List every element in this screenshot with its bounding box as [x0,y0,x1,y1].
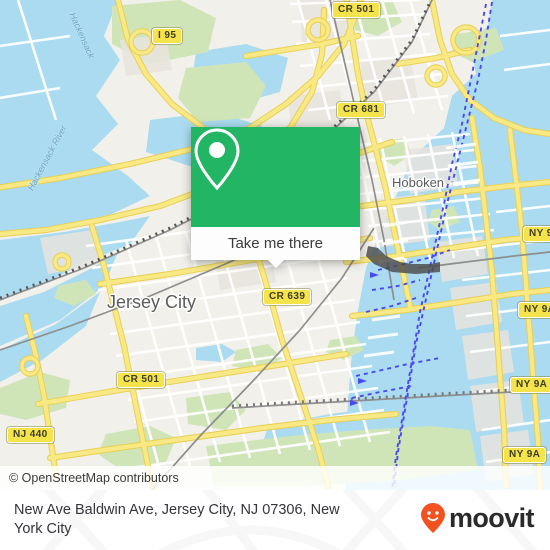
popup-image-area [191,127,360,227]
popup-pointer [266,259,285,268]
shield-ny-9a-2[interactable]: NY 9A [518,302,550,318]
moovit-logo[interactable]: moovit [420,502,535,534]
shield-ny-9a-4[interactable]: NY 9A [503,447,547,463]
location-popup-card[interactable]: Take me there [191,127,360,268]
shield-ny-9a-3[interactable]: NY 9A [510,377,550,393]
take-me-there-button[interactable]: Take me there [228,235,323,252]
shield-cr-639[interactable]: CR 639 [263,289,312,305]
map-screenshot: Jersey City Hoboken Hackensack River Hac… [0,0,550,550]
moovit-wordmark: moovit [449,502,535,533]
moovit-smiley-pin-icon [421,503,445,533]
map-pin-icon [194,128,240,191]
shield-cr-501-north[interactable]: CR 501 [332,2,381,18]
shield-ny-9a-1[interactable]: NY 9A [523,226,550,242]
attribution-bar: © OpenStreetMap contributors [0,466,550,490]
map-canvas[interactable]: Jersey City Hoboken Hackensack River Hac… [0,0,550,490]
openstreetmap-attribution[interactable]: © OpenStreetMap contributors [0,471,179,485]
shield-cr-501-south[interactable]: CR 501 [117,372,166,388]
footer-bar: New Ave Baldwin Ave, Jersey City, NJ 073… [0,490,550,550]
shield-nj-440[interactable]: NJ 440 [7,427,54,443]
address-text: New Ave Baldwin Ave, Jersey City, NJ 073… [14,502,340,537]
shield-cr-681[interactable]: CR 681 [337,102,386,118]
popup-footer[interactable]: Take me there [191,227,360,268]
shield-i-95[interactable]: I 95 [152,28,183,44]
footer-content: New Ave Baldwin Ave, Jersey City, NJ 073… [0,490,550,550]
